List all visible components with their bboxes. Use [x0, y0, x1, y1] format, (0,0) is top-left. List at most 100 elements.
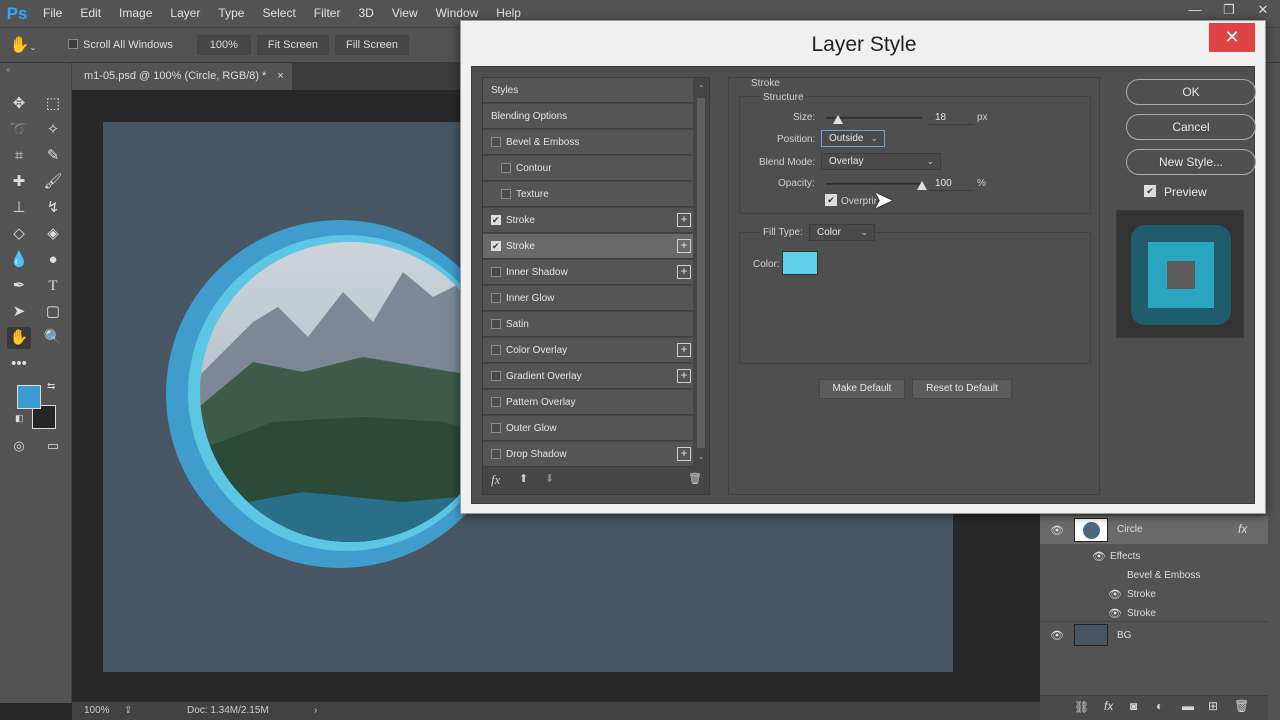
scroll-all-windows-checkbox[interactable]: Scroll All Windows: [68, 39, 173, 51]
opacity-input[interactable]: 100: [929, 176, 973, 191]
add-effect-icon[interactable]: +: [677, 239, 691, 253]
cancel-button[interactable]: Cancel: [1126, 114, 1256, 140]
style-checkbox[interactable]: [491, 293, 501, 303]
fit-screen-button[interactable]: Fit Screen: [256, 35, 329, 55]
menu-type[interactable]: Type: [209, 0, 253, 27]
style-item-bevel-emboss[interactable]: Bevel & Emboss: [483, 130, 693, 155]
zoom-tool-icon[interactable]: 🔍: [41, 327, 65, 349]
history-brush-icon[interactable]: ↯: [41, 197, 65, 219]
dialog-close-icon[interactable]: ✕: [1209, 23, 1255, 52]
mask-icon[interactable]: ◙: [1130, 699, 1137, 713]
new-style-button[interactable]: New Style...: [1126, 149, 1256, 175]
style-item-inner-shadow[interactable]: Inner Shadow +: [483, 260, 693, 285]
style-item-outer-glow[interactable]: Outer Glow: [483, 416, 693, 441]
style-item-gradient-overlay[interactable]: Gradient Overlay +: [483, 364, 693, 389]
stroke-color-swatch[interactable]: [782, 251, 818, 275]
preview-checkbox[interactable]: ✔: [1144, 185, 1156, 197]
blend-mode-select[interactable]: Overlay ⌄: [821, 153, 941, 170]
style-item-inner-glow[interactable]: Inner Glow: [483, 286, 693, 311]
clone-stamp-icon[interactable]: ⊥: [7, 197, 31, 219]
brush-tool-icon[interactable]: 🖌: [41, 171, 65, 193]
layer-row-circle[interactable]: 👁 Circle fx: [1040, 516, 1268, 544]
status-zoom[interactable]: 100%: [84, 702, 110, 720]
hand-tool-icon[interactable]: ✋: [7, 327, 31, 349]
healing-brush-icon[interactable]: ✚: [7, 171, 31, 193]
hand-tool-preset-icon[interactable]: ✋⌄: [0, 35, 46, 55]
marquee-tool-icon[interactable]: ⬚: [41, 93, 65, 115]
adjustment-icon[interactable]: ◐: [1156, 699, 1163, 713]
path-selection-icon[interactable]: ➤: [7, 301, 31, 323]
menu-layer[interactable]: Layer: [161, 0, 209, 27]
opacity-slider-thumb[interactable]: [917, 181, 927, 190]
move-up-icon[interactable]: ⬆: [519, 472, 528, 485]
style-item-contour[interactable]: Contour: [483, 156, 693, 181]
group-icon[interactable]: ▬: [1182, 699, 1194, 713]
style-item-texture[interactable]: Texture: [483, 182, 693, 207]
collapse-icon[interactable]: «: [6, 65, 10, 74]
move-down-icon[interactable]: ⬇: [545, 472, 554, 485]
style-checkbox[interactable]: [491, 208, 501, 233]
style-checkbox[interactable]: [491, 234, 501, 259]
magic-wand-tool-icon[interactable]: ✧: [41, 119, 65, 141]
ok-button[interactable]: OK: [1126, 79, 1256, 105]
status-menu-icon[interactable]: ›: [314, 702, 317, 720]
dodge-tool-icon[interactable]: ●: [41, 249, 65, 271]
menu-3d[interactable]: 3D: [349, 0, 382, 27]
layer-name[interactable]: BG: [1117, 630, 1131, 641]
crop-tool-icon[interactable]: ⌗: [7, 145, 31, 167]
default-colors-icon[interactable]: ◧: [15, 413, 24, 424]
style-item-blending-options[interactable]: Blending Options: [483, 104, 693, 129]
delete-effect-icon[interactable]: 🗑: [688, 472, 702, 485]
delete-layer-icon[interactable]: 🗑: [1234, 699, 1249, 713]
minimize-icon[interactable]: —: [1178, 0, 1212, 22]
eraser-tool-icon[interactable]: ◇: [7, 223, 31, 245]
more-tools-icon[interactable]: •••: [7, 353, 31, 375]
menu-select[interactable]: Select: [253, 0, 304, 27]
quick-mask-icon[interactable]: ◎: [7, 435, 31, 457]
layer-name[interactable]: Circle: [1117, 524, 1143, 535]
style-checkbox[interactable]: [491, 423, 501, 433]
style-checkbox[interactable]: [491, 371, 501, 381]
foreground-color-swatch[interactable]: [17, 385, 41, 409]
eyedropper-tool-icon[interactable]: ✎: [41, 145, 65, 167]
fill-type-select[interactable]: Color ⌄: [809, 224, 875, 241]
style-checkbox[interactable]: [491, 397, 501, 407]
lasso-tool-icon[interactable]: ➰: [7, 119, 31, 141]
style-item-drop-shadow[interactable]: Drop Shadow +: [483, 442, 693, 467]
shape-tool-icon[interactable]: ▢: [41, 301, 65, 323]
share-icon[interactable]: ⇪: [124, 702, 132, 720]
menu-edit[interactable]: Edit: [71, 0, 110, 27]
blur-tool-icon[interactable]: 💧: [7, 249, 31, 271]
style-checkbox[interactable]: [491, 449, 501, 459]
add-style-icon[interactable]: fx: [1104, 699, 1113, 713]
style-checkbox[interactable]: [491, 345, 501, 355]
style-item-color-overlay[interactable]: Color Overlay +: [483, 338, 693, 363]
add-effect-icon[interactable]: +: [677, 343, 691, 357]
fx-icon[interactable]: fx: [1238, 522, 1247, 536]
style-item-pattern-overlay[interactable]: Pattern Overlay: [483, 390, 693, 415]
eye-icon[interactable]: 👁: [1050, 524, 1064, 537]
size-slider-thumb[interactable]: [832, 115, 843, 124]
menu-filter[interactable]: Filter: [305, 0, 350, 27]
style-checkbox[interactable]: [491, 267, 501, 277]
type-tool-icon[interactable]: T: [41, 275, 65, 297]
close-icon[interactable]: ✕: [1246, 0, 1280, 22]
style-item-stroke[interactable]: Stroke +: [483, 234, 693, 259]
position-select[interactable]: Outside ⌄: [821, 130, 885, 147]
screen-mode-icon[interactable]: ▭: [41, 435, 65, 457]
style-checkbox[interactable]: [491, 137, 501, 147]
layer-row-bg[interactable]: 👁 BG: [1040, 621, 1268, 647]
add-effect-icon[interactable]: +: [677, 213, 691, 227]
style-item-stroke[interactable]: Stroke +: [483, 208, 693, 233]
close-tab-icon[interactable]: ×: [277, 70, 283, 82]
add-effect-icon[interactable]: +: [677, 265, 691, 279]
new-layer-icon[interactable]: ⊞: [1208, 699, 1218, 713]
pen-tool-icon[interactable]: ✒: [7, 275, 31, 297]
eye-icon[interactable]: 👁: [1108, 588, 1122, 601]
style-checkbox[interactable]: [501, 189, 511, 199]
style-item-satin[interactable]: Satin: [483, 312, 693, 337]
overprint-checkbox[interactable]: ✔: [825, 194, 837, 206]
document-tab[interactable]: m1-05.psd @ 100% (Circle, RGB/8) * ×: [72, 63, 292, 90]
eye-icon[interactable]: 👁: [1108, 607, 1122, 620]
zoom-field[interactable]: 100%: [196, 35, 251, 55]
